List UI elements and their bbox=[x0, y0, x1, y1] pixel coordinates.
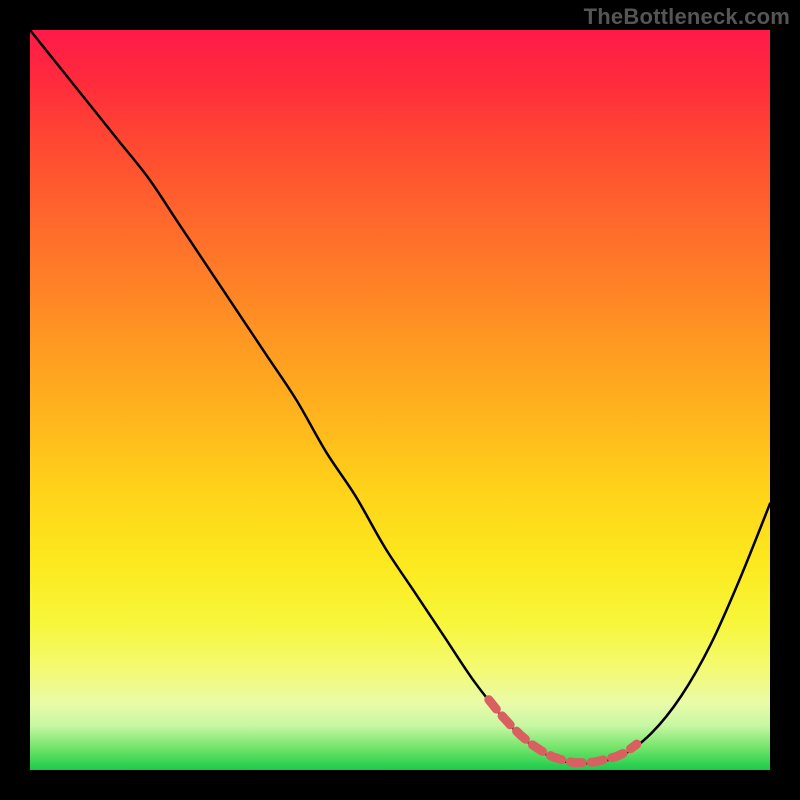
watermark-text: TheBottleneck.com bbox=[584, 4, 790, 30]
bottleneck-curve bbox=[30, 30, 770, 764]
optimal-zone-marker bbox=[489, 700, 637, 763]
bottleneck-curve-svg bbox=[30, 30, 770, 770]
